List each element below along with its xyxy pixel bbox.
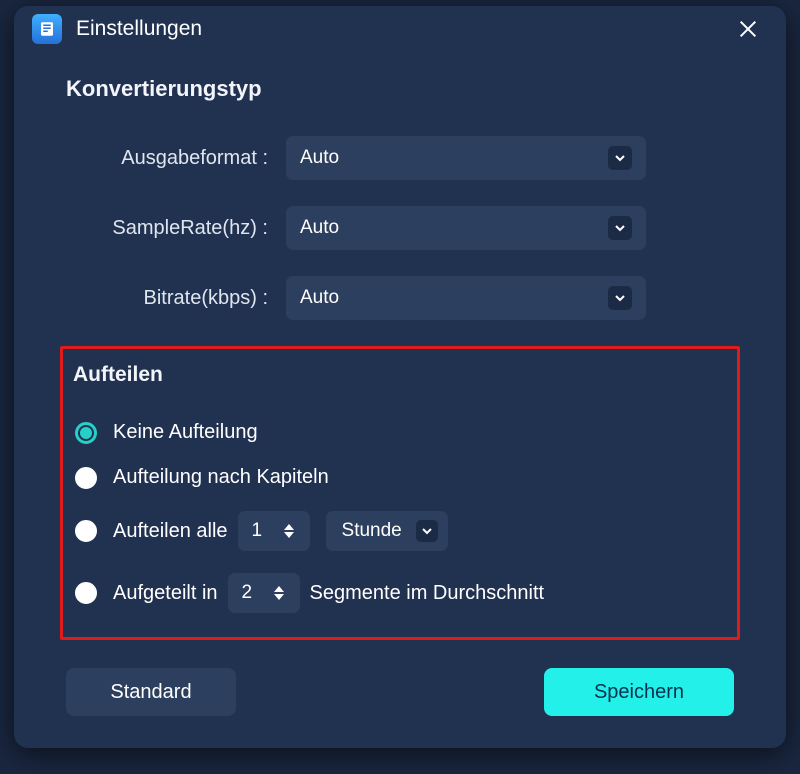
radio-segments[interactable] — [75, 582, 97, 604]
default-button[interactable]: Standard — [66, 668, 236, 716]
select-bitrate-value: Auto — [300, 287, 608, 309]
interval-unit-select[interactable]: Stunde — [326, 511, 448, 551]
interval-unit-value: Stunde — [342, 520, 402, 542]
titlebar: Einstellungen — [14, 6, 786, 52]
chevron-down-icon — [608, 146, 632, 170]
save-button-label: Speichern — [594, 681, 684, 704]
radio-every-interval[interactable] — [75, 520, 97, 542]
select-sample-rate[interactable]: Auto — [286, 206, 646, 250]
select-sample-rate-value: Auto — [300, 217, 608, 239]
close-button[interactable] — [728, 9, 768, 49]
row-sample-rate: SampleRate(hz) : Auto — [66, 206, 734, 250]
default-button-label: Standard — [110, 681, 191, 704]
settings-dialog: Einstellungen Konvertierungstyp Ausgabef… — [14, 6, 786, 748]
section-split-title: Aufteilen — [73, 363, 725, 387]
split-section-highlight: Aufteilen Keine Aufteilung Aufteilung na… — [60, 346, 740, 640]
dialog-footer: Standard Speichern — [14, 640, 786, 748]
select-output-format[interactable]: Auto — [286, 136, 646, 180]
select-bitrate[interactable]: Auto — [286, 276, 646, 320]
radio-label-every-prefix: Aufteilen alle — [113, 520, 228, 543]
chevron-down-icon — [416, 520, 438, 542]
interval-value-stepper[interactable]: 1 — [238, 511, 310, 551]
chevron-down-icon — [608, 216, 632, 240]
radio-label-segments-suffix: Segmente im Durchschnitt — [310, 582, 545, 605]
select-output-format-value: Auto — [300, 147, 608, 169]
radio-row-segments[interactable]: Aufgeteilt in 2 Segmente im Durchschnitt — [75, 573, 725, 613]
stepper-icon — [274, 580, 292, 606]
radio-label-by-chapter: Aufteilung nach Kapiteln — [113, 466, 329, 489]
dialog-title: Einstellungen — [76, 17, 728, 41]
radio-by-chapter[interactable] — [75, 467, 97, 489]
app-icon — [32, 14, 62, 44]
radio-label-segments-prefix: Aufgeteilt in — [113, 582, 218, 605]
close-icon — [737, 18, 759, 40]
interval-value: 1 — [252, 520, 274, 542]
label-sample-rate: SampleRate(hz) : — [66, 217, 286, 240]
segments-value: 2 — [242, 582, 264, 604]
dialog-body: Konvertierungstyp Ausgabeformat : Auto S… — [14, 52, 786, 640]
row-output-format: Ausgabeformat : Auto — [66, 136, 734, 180]
radio-label-no-split: Keine Aufteilung — [113, 421, 258, 444]
stepper-icon — [284, 518, 302, 544]
radio-no-split[interactable] — [75, 422, 97, 444]
radio-row-by-chapter[interactable]: Aufteilung nach Kapiteln — [75, 466, 725, 489]
save-button[interactable]: Speichern — [544, 668, 734, 716]
section-conversion-title: Konvertierungstyp — [66, 76, 734, 102]
label-bitrate: Bitrate(kbps) : — [66, 287, 286, 310]
label-output-format: Ausgabeformat : — [66, 147, 286, 170]
chevron-down-icon — [608, 286, 632, 310]
radio-row-every-interval[interactable]: Aufteilen alle 1 Stunde — [75, 511, 725, 551]
segments-value-stepper[interactable]: 2 — [228, 573, 300, 613]
radio-row-no-split[interactable]: Keine Aufteilung — [75, 421, 725, 444]
row-bitrate: Bitrate(kbps) : Auto — [66, 276, 734, 320]
